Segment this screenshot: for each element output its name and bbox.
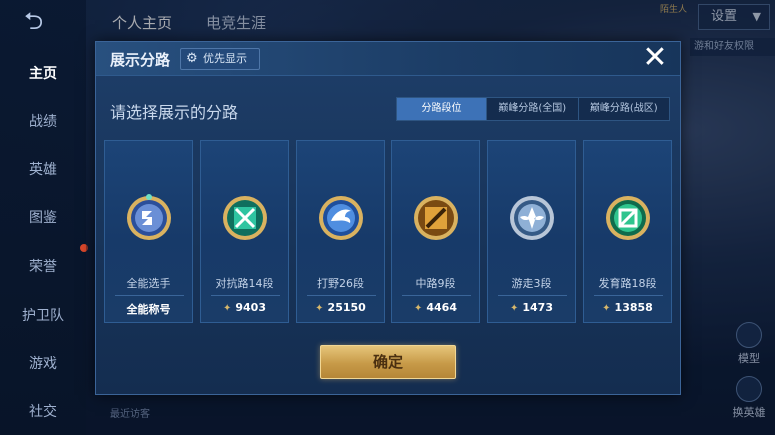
card-divider xyxy=(594,295,663,296)
card-divider xyxy=(211,295,280,296)
nav-item-records[interactable]: 战绩 xyxy=(0,112,86,132)
dialog-title: 展示分路 xyxy=(110,51,171,69)
segment-lane-rank[interactable]: 分路段位 xyxy=(397,98,487,120)
score-diamond-icon: ✦ xyxy=(315,303,324,314)
lane-card-clash[interactable]: 对抗路14段 ✦ 9403 xyxy=(200,140,289,323)
selection-prompt: 请选择展示的分路 xyxy=(110,103,239,122)
lane-rank-label: 对抗路14段 xyxy=(215,277,274,290)
lane-card-farm[interactable]: 发育路18段 ✦ 13858 xyxy=(583,140,672,323)
lane-card-all-round[interactable]: 全能选手 全能称号 xyxy=(104,140,193,323)
nav-item-honors[interactable]: 荣誉 xyxy=(0,257,86,277)
lane-cards: 全能选手 全能称号 对抗路14段 ✦ 9403 打野26段 ✦ 25150 中路… xyxy=(104,140,672,323)
confirm-button[interactable]: 确定 xyxy=(320,345,456,379)
segment-peak-region[interactable]: 巅峰分路(战区) xyxy=(579,98,670,120)
dialog-header: 展示分路 ⚙ 优先显示 ✕ xyxy=(96,42,680,76)
card-divider xyxy=(115,295,184,296)
nav-item-social[interactable]: 社交 xyxy=(0,402,86,422)
lane-score: ✦ 1473 xyxy=(509,301,553,314)
roam-emblem-icon xyxy=(510,196,554,240)
priority-display-label: 优先显示 xyxy=(203,52,247,65)
card-divider xyxy=(498,295,567,296)
nav-item-heroes[interactable]: 英雄 xyxy=(0,160,86,180)
lane-type-segmented-control: 分路段位 巅峰分路(全国) 巅峰分路(战区) xyxy=(396,97,670,121)
lane-display-dialog: 展示分路 ⚙ 优先显示 ✕ 请选择展示的分路 分路段位 巅峰分路(全国) 巅峰分… xyxy=(95,41,681,395)
lane-card-mid[interactable]: 中路9段 ✦ 4464 xyxy=(391,140,480,323)
nav-item-guard-team[interactable]: 护卫队 xyxy=(0,306,86,326)
lane-score: ✦ 9403 xyxy=(222,301,266,314)
back-arrow-icon[interactable]: ⮌ xyxy=(24,8,64,34)
side-navigation: ⮌ 主页 战绩 英雄 图鉴 荣誉 护卫队 游戏 社交 xyxy=(0,0,88,435)
score-diamond-icon: ✦ xyxy=(602,303,611,314)
gear-icon: ⚙ xyxy=(186,51,198,66)
score-diamond-icon: ✦ xyxy=(509,303,519,314)
lane-rank-label: 游走3段 xyxy=(511,277,552,290)
lane-rank-label: 发育路18段 xyxy=(598,277,657,290)
all-round-emblem-icon xyxy=(127,194,171,240)
lane-score: ✦ 25150 xyxy=(315,301,366,314)
lane-card-jungle[interactable]: 打野26段 ✦ 25150 xyxy=(296,140,385,323)
lane-rank-label: 中路9段 xyxy=(415,277,456,290)
farm-lane-emblem-icon xyxy=(606,196,650,240)
lane-rank-label: 打野26段 xyxy=(317,277,364,290)
score-diamond-icon: ✦ xyxy=(413,303,423,314)
jungle-emblem-icon xyxy=(319,196,363,240)
card-divider xyxy=(402,295,471,296)
nav-item-games[interactable]: 游戏 xyxy=(0,354,86,374)
clash-lane-emblem-icon xyxy=(223,196,267,240)
mid-lane-emblem-icon xyxy=(414,196,458,240)
priority-display-button[interactable]: ⚙ 优先显示 xyxy=(180,48,260,70)
nav-item-codex[interactable]: 图鉴 xyxy=(0,208,86,228)
close-icon[interactable]: ✕ xyxy=(640,43,670,74)
lane-score: 全能称号 xyxy=(126,303,171,316)
card-divider xyxy=(307,295,376,296)
lane-score: ✦ 13858 xyxy=(602,301,653,314)
lane-card-roam[interactable]: 游走3段 ✦ 1473 xyxy=(487,140,576,323)
segment-peak-national[interactable]: 巅峰分路(全国) xyxy=(487,98,579,120)
lane-rank-label: 全能选手 xyxy=(126,277,171,290)
score-diamond-icon: ✦ xyxy=(222,303,232,314)
nav-item-home[interactable]: 主页 xyxy=(0,64,86,84)
lane-score: ✦ 4464 xyxy=(413,301,457,314)
